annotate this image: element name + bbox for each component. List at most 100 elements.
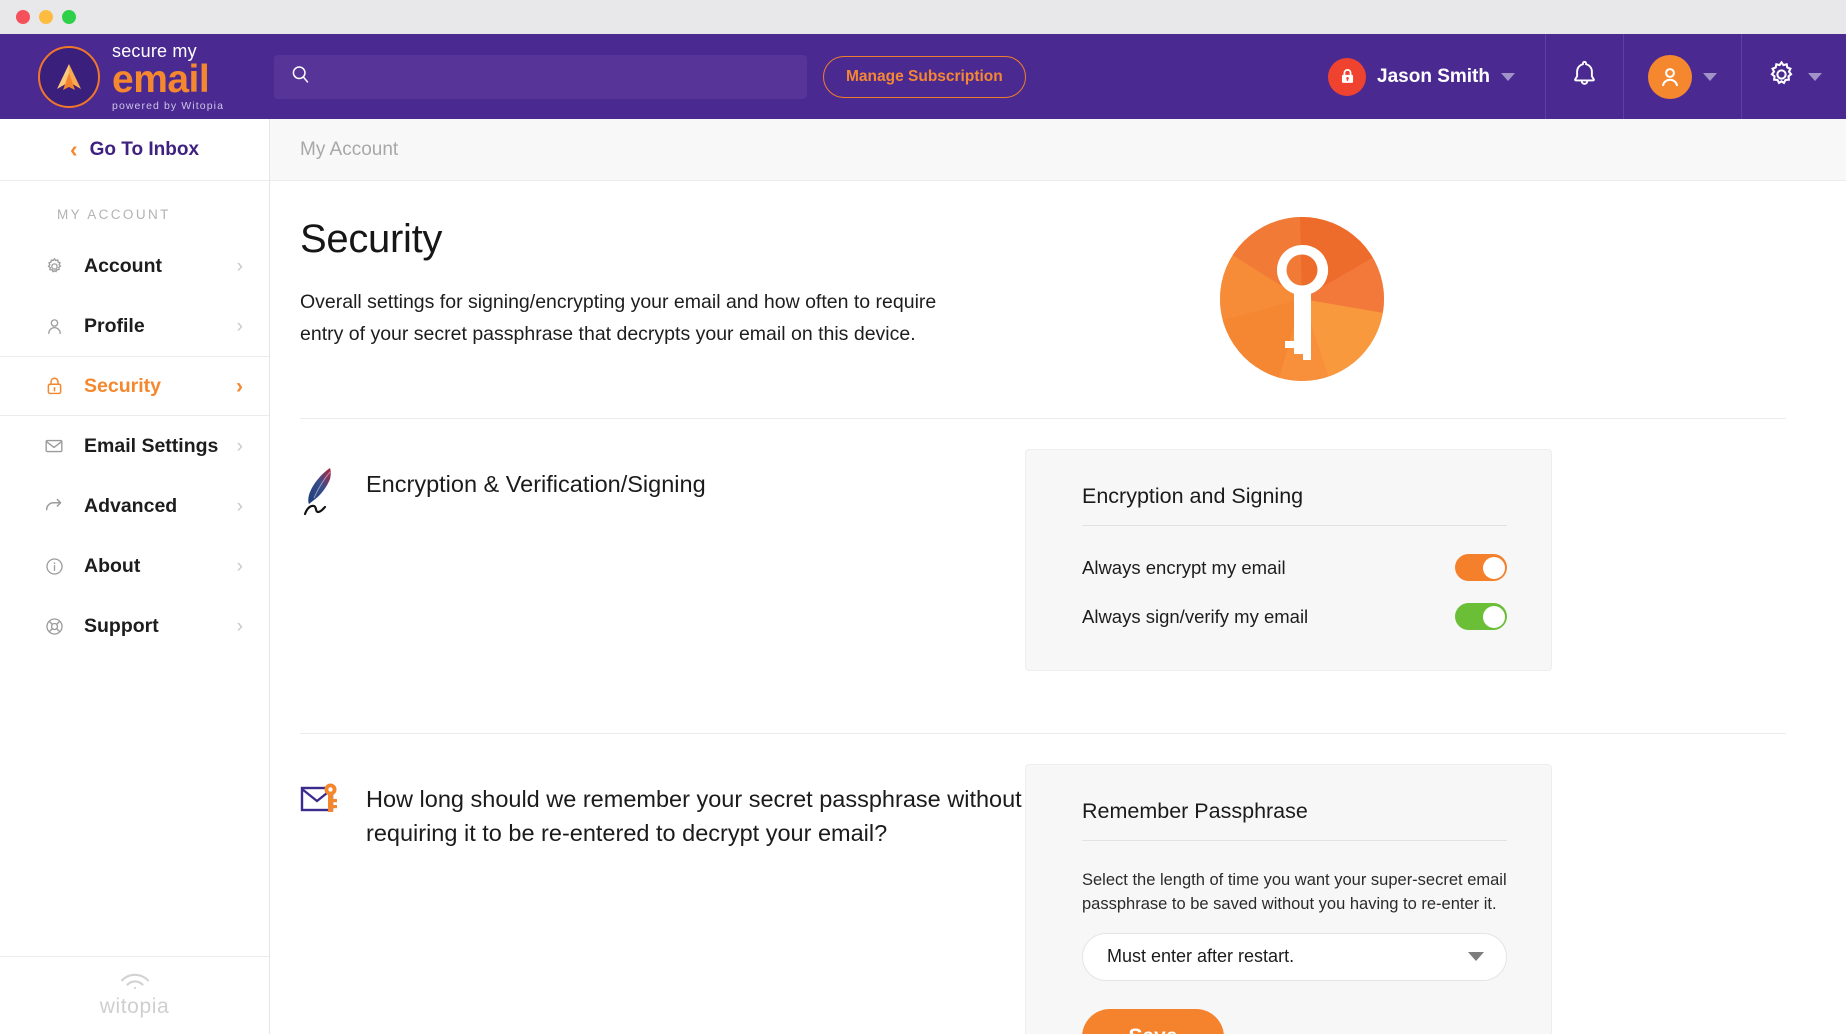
lock-icon <box>1328 57 1367 96</box>
arrow-icon <box>42 494 66 518</box>
search-box[interactable] <box>274 54 807 99</box>
breadcrumb[interactable]: My Account <box>300 139 398 161</box>
minimize-window-button[interactable] <box>39 10 53 24</box>
user-icon <box>42 314 66 338</box>
toggle-knob <box>1482 605 1505 628</box>
passphrase-duration-select[interactable]: Must enter after restart. <box>1082 932 1507 981</box>
header-center: Manage Subscription <box>270 34 1304 119</box>
key-in-circle-icon <box>1220 217 1384 386</box>
sidebar-item-label: Security <box>84 374 161 397</box>
chevron-down-icon <box>1703 72 1717 81</box>
sidebar-item-label: Email Settings <box>84 434 219 457</box>
sidebar-item-email-settings[interactable]: Email Settings › <box>0 416 269 476</box>
envelope-key-icon <box>300 780 344 832</box>
paper-plane-logo-icon <box>38 45 100 108</box>
sidebar-item-label: About <box>84 554 141 577</box>
user-avatar-icon <box>1648 54 1692 99</box>
page-hero: Security Overall settings for signing/en… <box>270 181 1846 386</box>
search-icon <box>290 64 311 90</box>
user-name-label: Jason Smith <box>1377 65 1490 87</box>
settings-row-passphrase: How long should we remember your secret … <box>270 734 1846 1034</box>
settings-row-heading: How long should we remember your secret … <box>300 764 1025 850</box>
sidebar-section-label: MY ACCOUNT <box>57 207 171 222</box>
sidebar-item-profile[interactable]: Profile › <box>0 296 269 356</box>
sidebar-item-about[interactable]: About › <box>0 536 269 596</box>
sidebar-item-security[interactable]: Security › <box>0 356 269 416</box>
save-button[interactable]: Save <box>1082 1008 1224 1034</box>
envelope-icon <box>42 434 66 458</box>
toggle-row-always-encrypt: Always encrypt my email <box>1082 554 1507 581</box>
witopia-wordmark: witopia <box>99 994 170 1018</box>
card-title: Encryption and Signing <box>1082 484 1507 526</box>
app-body: ‹ Go To Inbox MY ACCOUNT Account › Profi… <box>0 119 1846 1034</box>
toggle-label: Always sign/verify my email <box>1082 605 1309 627</box>
page-title: Security <box>300 217 443 261</box>
sidebar-item-label: Advanced <box>84 494 178 517</box>
app-header: secure my email powered by Witopia Manag… <box>0 34 1846 119</box>
always-encrypt-toggle[interactable] <box>1455 554 1507 581</box>
settings-row-title: How long should we remember your secret … <box>366 786 1022 847</box>
wifi-icon <box>118 973 152 994</box>
chevron-down-icon <box>1468 952 1484 962</box>
sidebar: ‹ Go To Inbox MY ACCOUNT Account › Profi… <box>0 119 270 1034</box>
settings-row-title: Encryption & Verification/Signing <box>366 471 706 497</box>
always-sign-verify-toggle[interactable] <box>1455 603 1507 630</box>
brand-line-3: powered by Witopia <box>112 99 225 112</box>
lifebuoy-icon <box>42 614 66 638</box>
sidebar-item-label: Profile <box>84 314 145 337</box>
remember-passphrase-card: Remember Passphrase Select the length of… <box>1025 764 1552 1034</box>
chevron-down-icon <box>1808 72 1822 81</box>
gear-icon <box>42 254 66 278</box>
lock-icon <box>42 374 66 398</box>
chevron-right-icon: › <box>236 374 243 398</box>
chevron-right-icon: › <box>236 255 243 277</box>
brand-logo[interactable]: secure my email powered by Witopia <box>0 34 270 119</box>
maximize-window-button[interactable] <box>62 10 76 24</box>
toggle-label: Always encrypt my email <box>1082 556 1286 578</box>
go-to-inbox-label: Go To Inbox <box>89 138 200 160</box>
search-input[interactable] <box>321 68 791 85</box>
sidebar-item-account[interactable]: Account › <box>0 236 269 296</box>
card-title: Remember Passphrase <box>1082 799 1507 841</box>
sidebar-item-label: Support <box>84 614 159 637</box>
encryption-and-signing-card: Encryption and Signing Always encrypt my… <box>1025 449 1552 671</box>
gear-icon <box>1766 59 1797 95</box>
window-titlebar <box>0 0 1846 34</box>
manage-subscription-button[interactable]: Manage Subscription <box>823 55 1026 98</box>
select-selected-value: Must enter after restart. <box>1107 946 1295 967</box>
page-hero-text: Security Overall settings for signing/en… <box>300 217 940 350</box>
sidebar-item-advanced[interactable]: Advanced › <box>0 476 269 536</box>
chevron-left-icon: ‹ <box>69 136 78 162</box>
settings-row-heading: Encryption & Verification/Signing <box>300 449 1025 517</box>
sidebar-item-label: Account <box>84 254 162 277</box>
card-description: Select the length of time you want your … <box>1082 871 1507 913</box>
toggle-knob <box>1482 556 1505 579</box>
brand-line-2: email <box>112 57 210 101</box>
main-content: My Account Security Overall settings for… <box>270 119 1846 1034</box>
toggle-row-always-sign: Always sign/verify my email <box>1082 603 1507 630</box>
sidebar-item-support[interactable]: Support › <box>0 596 269 656</box>
chevron-right-icon: › <box>236 435 243 457</box>
settings-content: Security Overall settings for signing/en… <box>270 181 1846 1034</box>
header-right: Jason Smith <box>1304 34 1846 119</box>
go-to-inbox-button[interactable]: ‹ Go To Inbox <box>0 119 269 181</box>
breadcrumb-bar: My Account <box>270 119 1846 181</box>
chevron-right-icon: › <box>236 315 243 337</box>
settings-menu[interactable] <box>1741 34 1846 119</box>
info-icon <box>42 554 66 578</box>
chevron-right-icon: › <box>236 615 243 637</box>
bell-icon <box>1570 59 1599 95</box>
account-avatar-menu[interactable] <box>1623 34 1741 119</box>
notifications-button[interactable] <box>1545 34 1623 119</box>
user-menu[interactable]: Jason Smith <box>1304 34 1545 119</box>
page-description: Overall settings for signing/encrypting … <box>300 291 937 346</box>
chevron-right-icon: › <box>236 495 243 517</box>
chevron-down-icon <box>1501 72 1515 81</box>
quill-pen-icon <box>300 465 344 517</box>
sidebar-footer: witopia <box>0 956 269 1034</box>
close-window-button[interactable] <box>16 10 30 24</box>
settings-row-encryption: Encryption & Verification/Signing Encryp… <box>270 419 1846 701</box>
page-hero-graphic <box>940 217 1786 386</box>
chevron-right-icon: › <box>236 555 243 577</box>
